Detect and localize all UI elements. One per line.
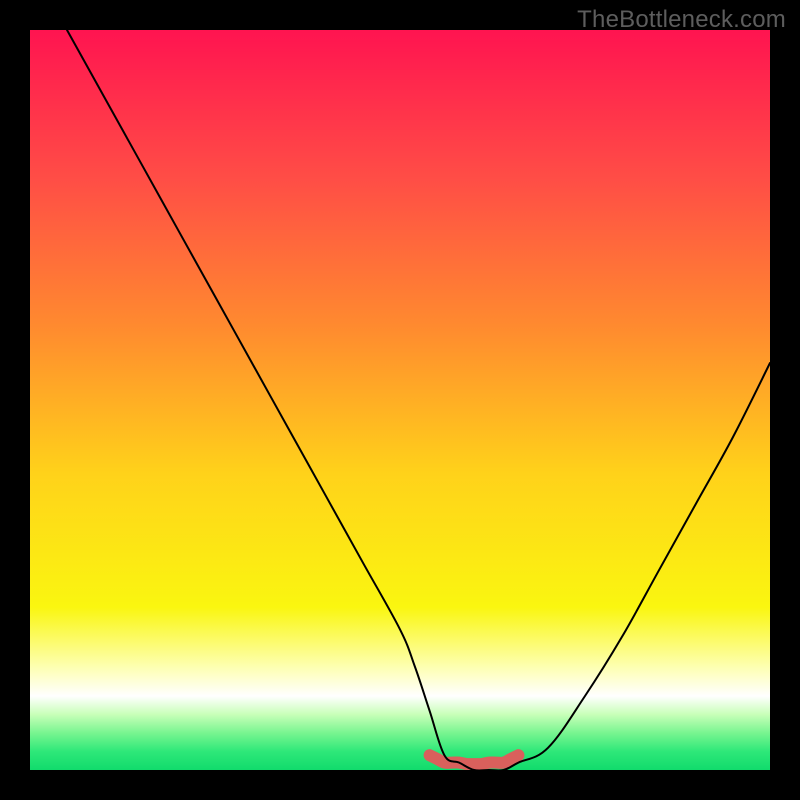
chart-frame: TheBottleneck.com	[0, 0, 800, 800]
watermark-text: TheBottleneck.com	[577, 6, 786, 34]
curve-layer	[30, 30, 770, 770]
highlight-segment	[430, 755, 519, 764]
main-curve	[67, 30, 770, 770]
plot-area	[30, 30, 770, 770]
